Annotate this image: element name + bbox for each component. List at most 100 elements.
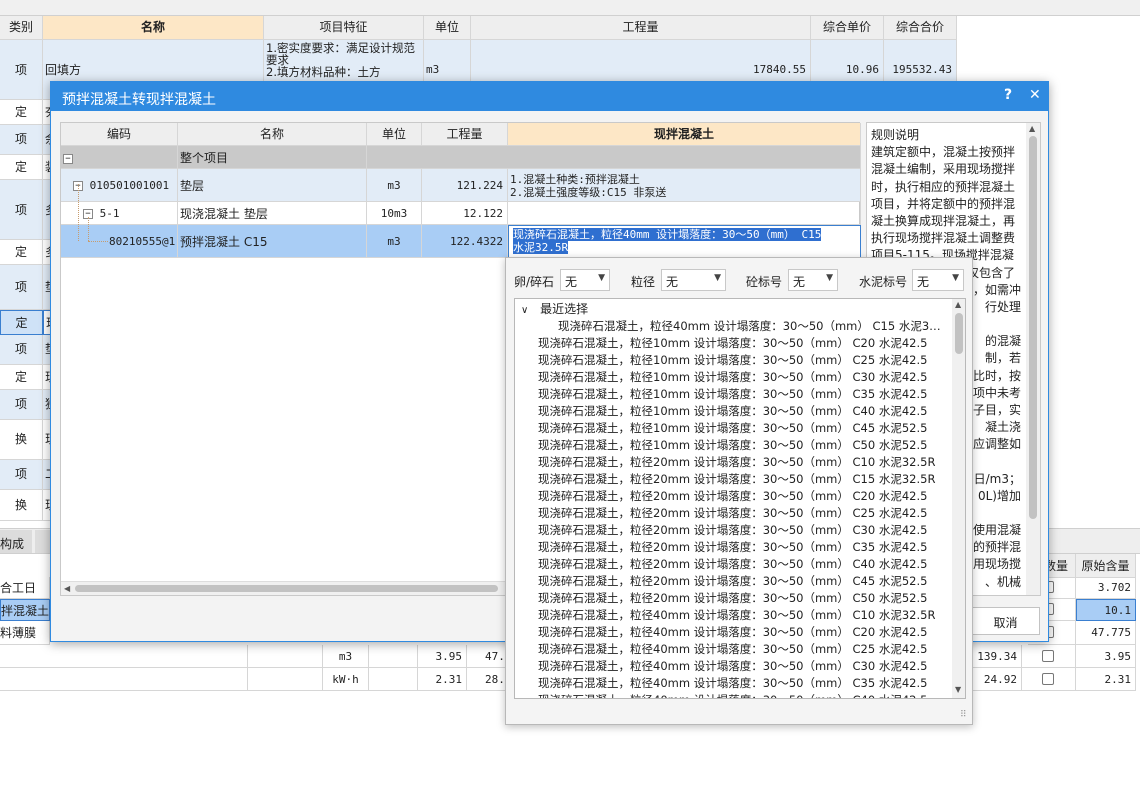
gravel-filter-select[interactable]: 无 ▼	[560, 269, 610, 291]
col-header-category[interactable]: 类别	[0, 16, 43, 40]
col-header-name[interactable]: 名称	[178, 123, 367, 146]
concrete-option[interactable]: 现浇碎石混凝土，粒径10mm 设计塌落度：30～50（mm） C35 水泥42.…	[538, 386, 958, 403]
row-concrete[interactable]	[508, 202, 861, 225]
row-category[interactable]: 项	[0, 335, 43, 365]
checkbox[interactable]	[1042, 650, 1054, 662]
concrete-option[interactable]: 现浇碎石混凝土，粒径20mm 设计塌落度：30～50（mm） C30 水泥42.…	[538, 522, 958, 539]
concrete-option[interactable]: 现浇碎石混凝土，粒径40mm 设计塌落度：30～50（mm） C20 水泥42.…	[538, 624, 958, 641]
original-content-value[interactable]: 47.775	[1076, 621, 1136, 645]
concrete-option[interactable]: 现浇碎石混凝土，粒径40mm 设计塌落度：30～50（mm） C35 水泥42.…	[538, 675, 958, 692]
row-qty[interactable]: 121.224	[422, 169, 508, 202]
row-category[interactable]: 换	[0, 490, 43, 521]
row-category[interactable]: 定	[0, 155, 43, 180]
row-category[interactable]: 定	[0, 365, 43, 390]
row-category[interactable]: 定	[0, 240, 43, 265]
col-header-original-content[interactable]: 原始含量	[1076, 554, 1136, 578]
bottom-row-value[interactable]: 47.	[467, 645, 507, 668]
scroll-left-icon[interactable]: ◀	[64, 584, 70, 593]
bottom-item-concrete[interactable]: 拌混凝土	[0, 599, 50, 621]
concrete-option[interactable]: 现浇碎石混凝土，粒径10mm 设计塌落度：30～50（mm） C45 水泥52.…	[538, 420, 958, 437]
row-name[interactable]: 预拌混凝土 C15	[178, 225, 367, 258]
concrete-option[interactable]: 现浇碎石混凝土，粒径20mm 设计塌落度：30～50（mm） C50 水泥52.…	[538, 590, 958, 607]
qty-checkbox-cell[interactable]	[1022, 645, 1076, 668]
row-category[interactable]: 定	[0, 310, 43, 335]
col-header-code[interactable]: 编码	[61, 123, 178, 146]
group-row-code[interactable]: −	[61, 146, 178, 169]
row-unit[interactable]: m3	[367, 225, 422, 258]
rules-scrollbar[interactable]: ▲	[1026, 123, 1040, 595]
row1-category[interactable]: 项	[0, 40, 43, 100]
row-name[interactable]: 现浇混凝土 垫层	[178, 202, 367, 225]
concrete-option[interactable]: 现浇碎石混凝土，粒径20mm 设计塌落度：30～50（mm） C10 水泥32.…	[538, 454, 958, 471]
recent-option[interactable]: 现浇碎石混凝土，粒径40mm 设计塌落度：30～50（mm） C15 水泥3…	[558, 318, 958, 335]
original-content-value[interactable]: 3.95	[1076, 645, 1136, 668]
bottom-row-unit[interactable]: m3	[323, 645, 369, 668]
row-name[interactable]: 垫层	[178, 169, 367, 202]
col-header-unit-price[interactable]: 综合单价	[811, 16, 884, 40]
cancel-button[interactable]: 取消	[971, 607, 1040, 635]
scrollbar-thumb[interactable]	[75, 585, 498, 592]
concrete-option[interactable]: 现浇碎石混凝土，粒径40mm 设计塌落度：30～50（mm） C25 水泥42.…	[538, 641, 958, 658]
scrollbar-thumb[interactable]	[1029, 136, 1037, 519]
row-concrete-editor[interactable]: 现浇碎石混凝土，粒径40mm 设计塌落度：30～50（mm） C15 水泥32.…	[508, 225, 861, 258]
concrete-option[interactable]: 现浇碎石混凝土，粒径20mm 设计塌落度：30～50（mm） C40 水泥42.…	[538, 556, 958, 573]
row-category[interactable]: 项	[0, 390, 43, 420]
scrollbar-thumb[interactable]	[955, 313, 963, 354]
bottom-row-qty[interactable]: 3.95	[418, 645, 467, 668]
concrete-option[interactable]: 现浇碎石混凝土，粒径40mm 设计塌落度：30～50（mm） C40 水泥42.…	[538, 692, 958, 698]
concrete-option[interactable]: 现浇碎石混凝土，粒径10mm 设计塌落度：30～50（mm） C20 水泥42.…	[538, 335, 958, 352]
concrete-option[interactable]: 现浇碎石混凝土，粒径40mm 设计塌落度：30～50（mm） C10 水泥32.…	[538, 607, 958, 624]
col-header-unit[interactable]: 单位	[367, 123, 422, 146]
original-content-value[interactable]: 2.31	[1076, 668, 1136, 691]
col-header-unit[interactable]: 单位	[424, 16, 471, 40]
bottom-row-left[interactable]	[0, 668, 248, 691]
row-category[interactable]: 定	[0, 100, 43, 125]
col-header-total[interactable]: 综合合价	[884, 16, 957, 40]
bottom-row-qty[interactable]: 2.31	[418, 668, 467, 691]
row-unit[interactable]: m3	[367, 169, 422, 202]
bottom-item-film[interactable]: 料薄膜	[0, 621, 50, 645]
bottom-row-amount[interactable]: 24.92	[972, 668, 1022, 691]
concrete-option[interactable]: 现浇碎石混凝土，粒径10mm 设计塌落度：30～50（mm） C30 水泥42.…	[538, 369, 958, 386]
concrete-option[interactable]: 现浇碎石混凝土，粒径20mm 设计塌落度：30～50（mm） C20 水泥42.…	[538, 488, 958, 505]
dialog-titlebar[interactable]: 预拌混凝土转现拌混凝土 ? ✕	[51, 82, 1048, 111]
group-row-label[interactable]: 整个项目	[178, 146, 367, 169]
col-header-qty[interactable]: 工程量	[422, 123, 508, 146]
scroll-down-icon[interactable]: ▼	[955, 685, 961, 694]
close-icon[interactable]: ✕	[1029, 87, 1041, 103]
col-header-name[interactable]: 名称	[43, 16, 264, 40]
row-concrete[interactable]: 1.混凝土种类:预拌混凝土 2.混凝土强度等级:C15 非泵送	[508, 169, 861, 202]
concrete-option[interactable]: 现浇碎石混凝土，粒径10mm 设计塌落度：30～50（mm） C25 水泥42.…	[538, 352, 958, 369]
bottom-row-unit[interactable]: kW·h	[323, 668, 369, 691]
bottom-row-left[interactable]	[248, 668, 323, 691]
horizontal-scrollbar[interactable]: ◀	[61, 581, 508, 595]
row-category[interactable]: 换	[0, 420, 43, 460]
row-qty[interactable]: 122.4322	[422, 225, 508, 258]
help-icon[interactable]: ?	[1004, 87, 1012, 103]
row-category[interactable]: 项	[0, 180, 43, 240]
concrete-option[interactable]: 现浇碎石混凝土，粒径20mm 设计塌落度：30～50（mm） C25 水泥42.…	[538, 505, 958, 522]
concrete-option[interactable]: 现浇碎石混凝土，粒径20mm 设计塌落度：30～50（mm） C35 水泥42.…	[538, 539, 958, 556]
scroll-up-icon[interactable]: ▲	[955, 300, 961, 309]
collapse-icon[interactable]: −	[63, 153, 73, 164]
row-category[interactable]: 项	[0, 125, 43, 155]
concrete-option[interactable]: 现浇碎石混凝土，粒径20mm 设计塌落度：30～50（mm） C15 水泥32.…	[538, 471, 958, 488]
qty-checkbox-cell[interactable]	[1022, 668, 1076, 691]
col-header-feature[interactable]: 项目特征	[264, 16, 424, 40]
col-header-qty[interactable]: 工程量	[471, 16, 811, 40]
bottom-row-left[interactable]	[0, 645, 248, 668]
checkbox[interactable]	[1042, 673, 1054, 685]
concrete-grade-select[interactable]: 无 ▼	[788, 269, 838, 291]
row-unit[interactable]: 10m3	[367, 202, 422, 225]
bottom-item-labor[interactable]: 合工日	[0, 577, 50, 599]
concrete-option[interactable]: 现浇碎石混凝土，粒径10mm 设计塌落度：30～50（mm） C40 水泥42.…	[538, 403, 958, 420]
bottom-row-value[interactable]: 28.0	[467, 668, 507, 691]
bottom-row-blank[interactable]	[369, 668, 418, 691]
scroll-up-icon[interactable]: ▲	[1029, 124, 1035, 133]
recent-group-header[interactable]: ∨ 最近选择	[515, 299, 951, 316]
row-qty[interactable]: 12.122	[422, 202, 508, 225]
concrete-option[interactable]: 现浇碎石混凝土，粒径10mm 设计塌落度：30～50（mm） C50 水泥52.…	[538, 437, 958, 454]
col-header-cast-concrete[interactable]: 现拌混凝土	[508, 123, 861, 146]
row-category[interactable]: 项	[0, 460, 43, 490]
particle-size-select[interactable]: 无 ▼	[661, 269, 726, 291]
